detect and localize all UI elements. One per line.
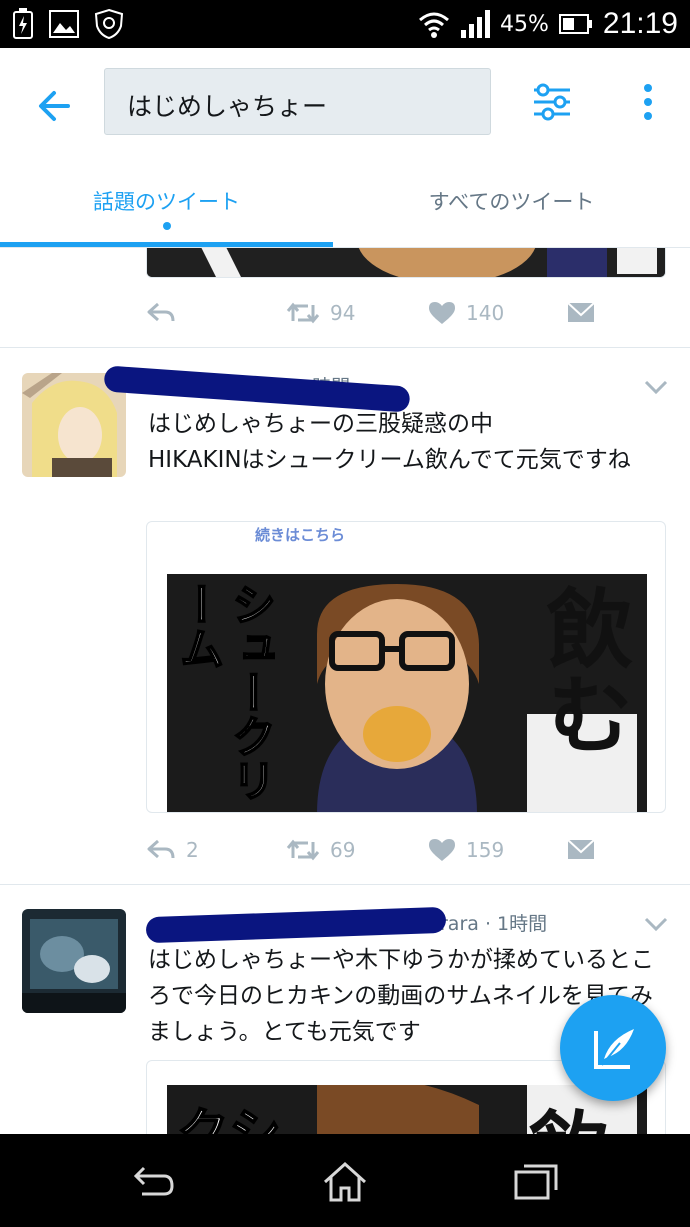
signal-icon bbox=[461, 10, 491, 38]
media-thumbnail bbox=[147, 248, 665, 277]
dm-button[interactable] bbox=[566, 830, 596, 870]
dm-button[interactable] bbox=[566, 293, 596, 333]
compose-icon bbox=[594, 1029, 634, 1069]
redaction-mark bbox=[145, 906, 447, 944]
more-vert-icon[interactable] bbox=[630, 80, 666, 124]
tweet-time: rara · 1時間 bbox=[440, 913, 548, 935]
battery-charging-icon bbox=[13, 8, 33, 39]
dm-icon bbox=[567, 839, 595, 859]
dm-icon bbox=[567, 302, 595, 322]
like-button[interactable]: 159 bbox=[428, 830, 504, 870]
compose-button[interactable] bbox=[560, 995, 666, 1101]
media-text-right: 飲む bbox=[531, 584, 631, 756]
tweet-media[interactable] bbox=[146, 248, 666, 278]
retweet-count: 94 bbox=[330, 301, 356, 325]
tweet-actions: 94 140 bbox=[146, 293, 616, 333]
search-input[interactable]: はじめしゃちょー bbox=[104, 68, 491, 135]
like-count: 140 bbox=[466, 301, 505, 325]
tweet-media[interactable]: 続きはこちら シュークリーム 飲む bbox=[146, 521, 666, 813]
retweet-icon bbox=[286, 839, 320, 861]
tab-bar: 話題のツイート すべてのツイート bbox=[0, 160, 690, 248]
back-arrow-icon[interactable] bbox=[30, 82, 78, 130]
clock: 21:19 bbox=[602, 7, 678, 40]
divider bbox=[0, 884, 690, 885]
reply-icon bbox=[147, 839, 175, 859]
retweet-button[interactable]: 94 bbox=[286, 293, 355, 333]
app-bar: はじめしゃちょー bbox=[0, 48, 690, 160]
screen: 45% 21:19 はじめしゃちょー 話題のツイート すべてのツイート 94 1… bbox=[0, 0, 690, 1227]
media-text-left: クシ bbox=[176, 1103, 282, 1134]
like-count: 159 bbox=[466, 838, 505, 862]
heart-icon bbox=[429, 302, 455, 324]
tweet-text: はじめしゃちょーの三股疑惑の中 HIKAKINはシュークリーム飲んでて元気ですね bbox=[148, 411, 631, 473]
reply-icon bbox=[147, 302, 175, 322]
avatar[interactable] bbox=[22, 909, 126, 1013]
reply-button[interactable]: 2 bbox=[146, 830, 199, 870]
battery-icon bbox=[558, 14, 592, 34]
tab-top-tweets[interactable]: 話題のツイート bbox=[0, 160, 333, 248]
tab-label: すべてのツイート bbox=[428, 190, 595, 214]
media-text-left: シュークリーム bbox=[175, 582, 275, 803]
shield-icon bbox=[94, 8, 124, 40]
divider bbox=[0, 347, 690, 348]
nav-recents-icon[interactable] bbox=[512, 1160, 560, 1202]
status-bar: 45% 21:19 bbox=[0, 0, 690, 48]
tab-label: 話題のツイート bbox=[93, 190, 240, 214]
tab-all-tweets[interactable]: すべてのツイート bbox=[345, 160, 678, 248]
tweet-meta: rara · 1時間 bbox=[440, 909, 547, 936]
tab-indicator bbox=[0, 242, 333, 247]
retweet-button[interactable]: 69 bbox=[286, 830, 355, 870]
reply-button[interactable] bbox=[146, 293, 186, 333]
retweet-icon bbox=[286, 302, 320, 324]
media-caption: 続きはこちら bbox=[255, 526, 346, 544]
gallery-icon bbox=[49, 10, 79, 38]
battery-percent: 45% bbox=[500, 11, 549, 37]
retweet-count: 69 bbox=[330, 838, 356, 862]
chevron-down-icon[interactable] bbox=[644, 378, 668, 396]
reply-count: 2 bbox=[186, 838, 199, 862]
system-nav-bar bbox=[0, 1134, 690, 1227]
nav-back-icon[interactable] bbox=[130, 1160, 178, 1202]
heart-icon bbox=[429, 839, 455, 861]
chevron-down-icon[interactable] bbox=[644, 915, 668, 933]
wifi-icon bbox=[419, 12, 449, 38]
nav-home-icon[interactable] bbox=[321, 1160, 369, 1202]
filter-icon[interactable] bbox=[530, 80, 574, 124]
tweet-actions: 2 69 159 bbox=[146, 830, 616, 870]
like-button[interactable]: 140 bbox=[428, 293, 504, 333]
active-tab-dot bbox=[163, 222, 171, 230]
